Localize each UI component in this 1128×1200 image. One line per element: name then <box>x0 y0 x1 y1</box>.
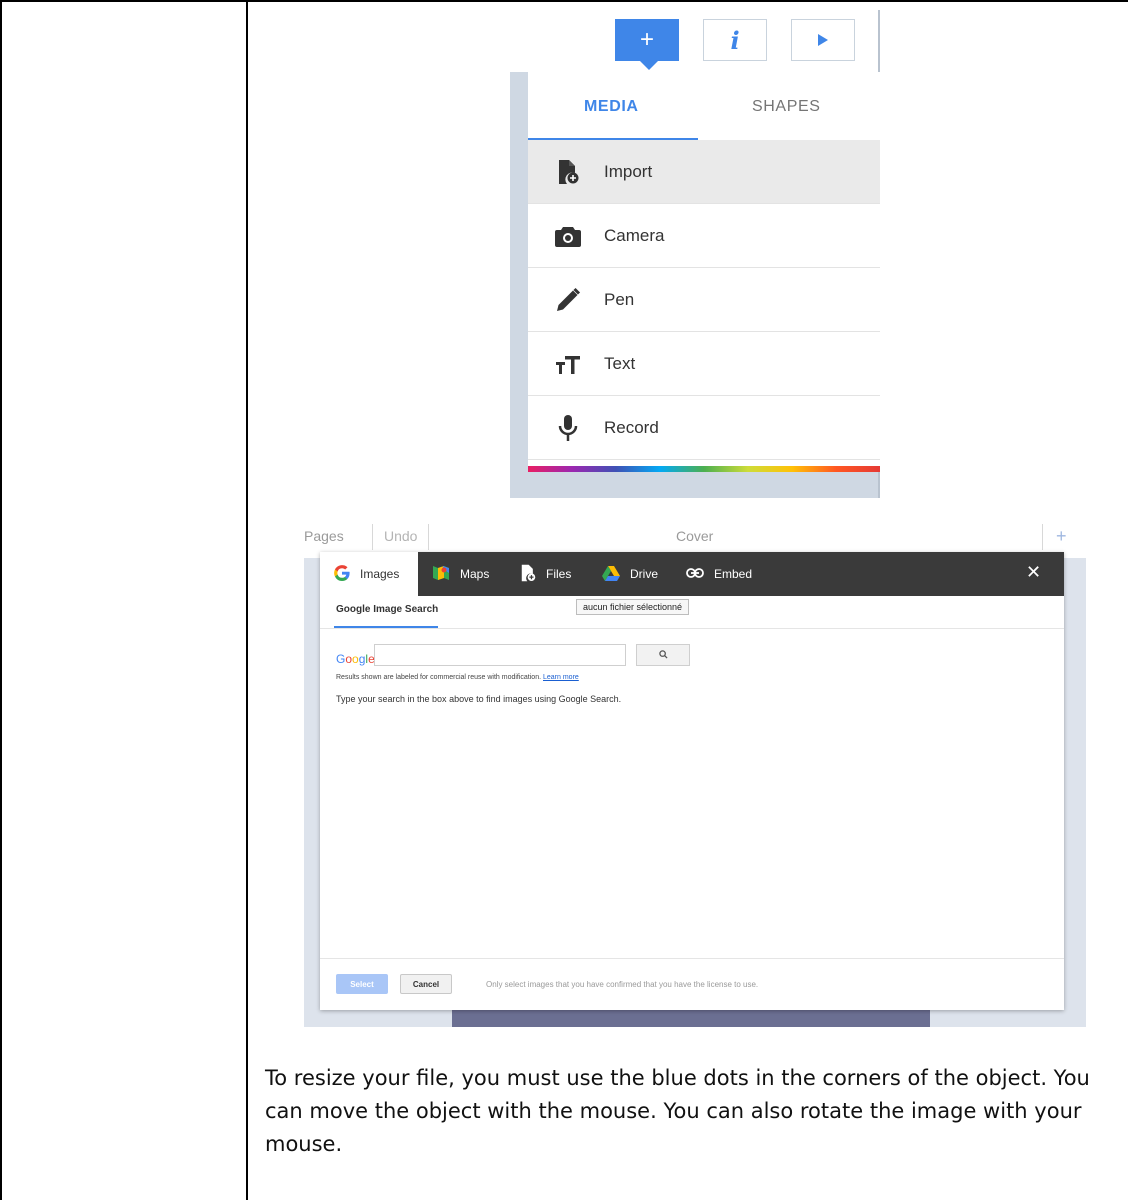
tab-label: Files <box>546 567 572 581</box>
results-note: Results shown are labeled for commercial… <box>336 674 579 681</box>
play-button[interactable] <box>791 19 855 61</box>
menu-item-text[interactable]: Text <box>528 332 880 396</box>
tab-maps[interactable]: Maps <box>418 552 506 596</box>
menu-item-label: Pen <box>604 289 635 309</box>
menu-item-label: Import <box>604 161 653 181</box>
text-size-icon <box>554 350 582 378</box>
add-button[interactable]: + <box>615 19 679 61</box>
tab-label: Drive <box>630 567 659 581</box>
dialog-tab-bar: Images Maps Files Drive Embed ✕ <box>320 552 1064 596</box>
menu-item-label: Text <box>604 353 636 373</box>
camera-icon <box>554 222 582 250</box>
tab-images[interactable]: Images <box>320 552 418 596</box>
menu-item-import[interactable]: Import <box>528 140 880 204</box>
editor-topbar: Pages Undo Cover + <box>304 524 1086 552</box>
maps-icon <box>432 565 450 584</box>
drive-icon <box>602 565 620 584</box>
tab-label: Images <box>360 567 400 581</box>
search-icon <box>658 646 668 664</box>
search-button[interactable] <box>636 644 690 666</box>
subtab-google-image-search[interactable]: Google Image Search <box>336 604 438 615</box>
undo-button[interactable]: Undo <box>384 528 417 544</box>
table-column-divider <box>246 0 248 1200</box>
menu-item-pen[interactable]: Pen <box>528 268 880 332</box>
rainbow-bar <box>528 466 880 472</box>
tab-drive[interactable]: Drive <box>588 552 672 596</box>
cancel-button[interactable]: Cancel <box>400 974 452 994</box>
menu-item-record[interactable]: Record <box>528 396 880 460</box>
image-search-input[interactable] <box>374 644 626 666</box>
menu-item-label: Camera <box>604 225 665 245</box>
tab-label: Embed <box>714 567 753 581</box>
divider <box>320 628 1064 629</box>
file-import-icon <box>554 158 582 186</box>
file-tooltip: aucun fichier sélectionné <box>576 599 690 615</box>
page-title: Cover <box>676 528 714 544</box>
close-icon[interactable]: ✕ <box>1026 562 1041 583</box>
menu-item-camera[interactable]: Camera <box>528 204 880 268</box>
media-panel: MEDIA SHAPES Import Camera Pen Text Reco… <box>528 72 880 472</box>
select-button[interactable]: Select <box>336 974 388 994</box>
learn-more-link[interactable]: Learn more <box>543 674 579 681</box>
search-instruction: Type your search in the box above to fin… <box>336 694 622 704</box>
divider <box>1042 524 1043 550</box>
tab-shapes[interactable]: SHAPES <box>752 98 821 116</box>
divider <box>320 958 1064 959</box>
add-button-pointer <box>640 61 658 70</box>
file-import-icon <box>520 564 536 585</box>
tab-label: Maps <box>460 567 490 581</box>
tab-files[interactable]: Files <box>506 552 588 596</box>
link-icon <box>686 567 704 582</box>
tab-media[interactable]: MEDIA <box>584 98 639 116</box>
table-border-left <box>0 0 2 1200</box>
add-page-button[interactable]: + <box>1056 526 1067 547</box>
license-note: Only select images that you have confirm… <box>486 980 759 989</box>
info-button[interactable]: i <box>703 19 767 61</box>
insert-dialog: Images Maps Files Drive Embed ✕ aucun fi… <box>320 552 1064 1010</box>
divider <box>428 524 429 550</box>
info-icon: i <box>730 25 740 55</box>
google-logo: Google <box>336 652 375 666</box>
microphone-icon <box>554 414 582 442</box>
tab-embed[interactable]: Embed <box>672 552 766 596</box>
pages-button[interactable]: Pages <box>304 528 344 544</box>
instruction-paragraph: To resize your file, you must use the bl… <box>265 1066 1090 1156</box>
play-icon <box>818 34 828 46</box>
table-border-top <box>0 0 1128 2</box>
pen-icon <box>554 286 582 314</box>
divider <box>372 524 373 550</box>
insert-dialog-screenshot: Pages Undo Cover + Images Maps Files Dri… <box>304 524 1086 1027</box>
google-icon <box>334 564 350 584</box>
media-menu-screenshot: + i MEDIA SHAPES Import Camera Pen Text … <box>510 10 880 498</box>
menu-item-label: Record <box>604 417 659 437</box>
media-tabs: MEDIA SHAPES <box>528 72 880 141</box>
plus-icon: + <box>639 26 654 53</box>
